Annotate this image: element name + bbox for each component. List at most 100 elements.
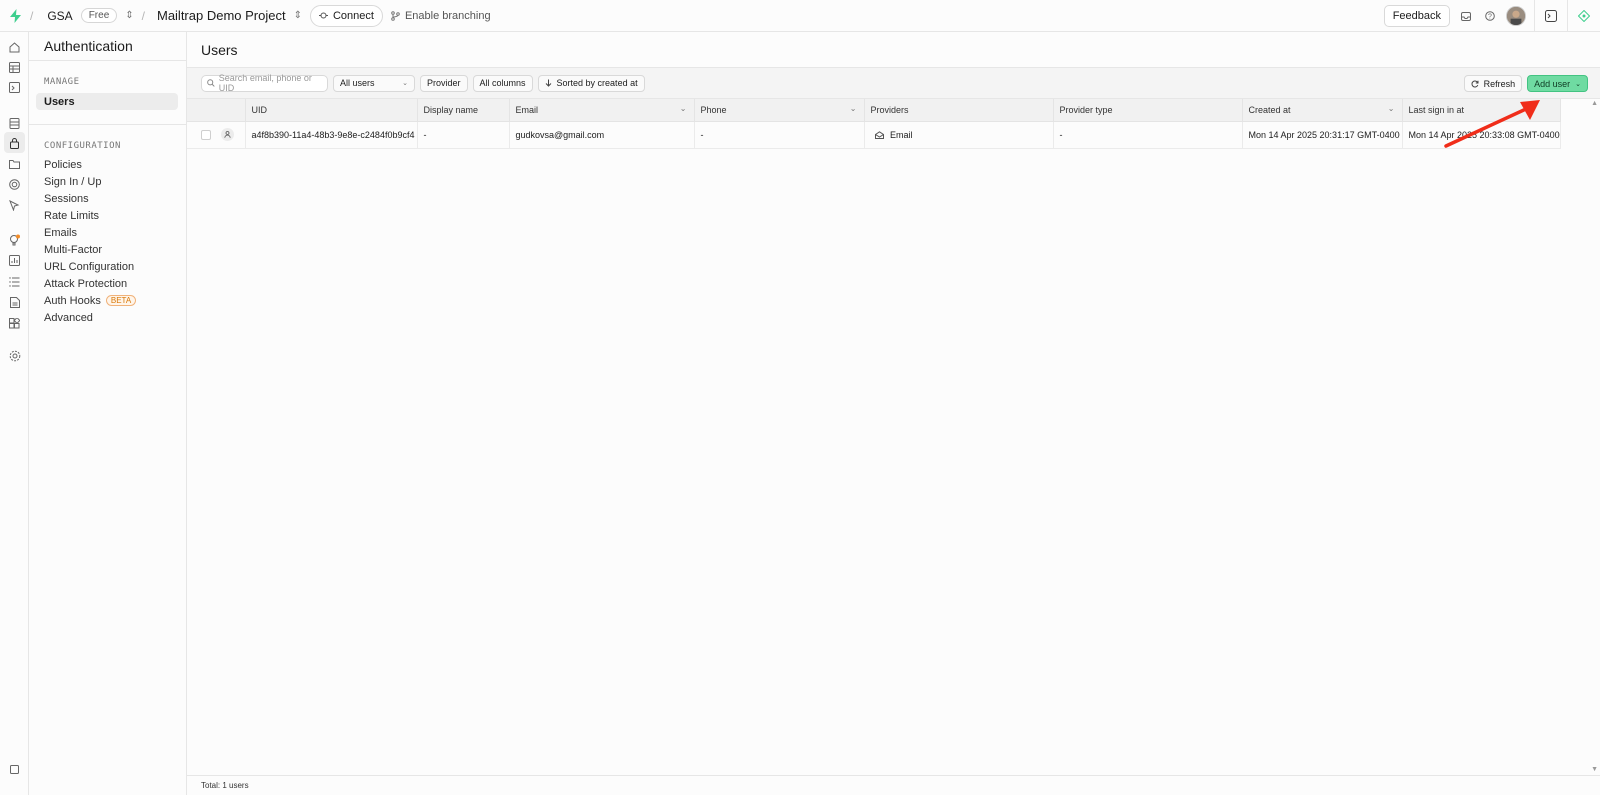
nav-item-url-configuration[interactable]: URL Configuration	[29, 258, 186, 275]
nav-item-rate-limits[interactable]: Rate Limits	[29, 207, 186, 224]
column-header-label: Email	[515, 104, 539, 115]
assistant-icon[interactable]	[1576, 8, 1592, 24]
provider-filter-button[interactable]: Provider	[420, 74, 468, 92]
configuration-label: CONFIGURATION	[44, 141, 121, 151]
home-icon[interactable]	[7, 40, 22, 55]
search-icon	[207, 79, 215, 87]
top-bar: / GSA Free ⇕ / Mailtrap Demo Project ⇕ C…	[0, 0, 1600, 32]
git-branch-icon	[391, 10, 400, 21]
nav-item-label: Auth Hooks	[44, 294, 101, 307]
table-row[interactable]: a4f8b390-11a4-48b3-9e8e-c2484f0b9cf4 - g…	[187, 121, 1561, 149]
select-column-header	[187, 99, 246, 122]
nav-item-advanced[interactable]: Advanced	[29, 309, 186, 326]
provider-label: Email	[890, 129, 913, 140]
refresh-button[interactable]: Refresh	[1463, 75, 1523, 92]
collapse-sidebar-icon[interactable]	[7, 762, 22, 777]
column-header-providers[interactable]: Providers	[864, 99, 1054, 122]
scroll-up-icon[interactable]: ▲	[1591, 100, 1598, 107]
nav-item-policies[interactable]: Policies	[29, 156, 186, 173]
nav-item-sign-in-up[interactable]: Sign In / Up	[29, 173, 186, 190]
column-header-uid[interactable]: UID	[245, 99, 418, 122]
realtime-icon[interactable]	[7, 198, 22, 213]
storage-icon[interactable]	[7, 156, 22, 171]
nav-item-multi-factor[interactable]: Multi-Factor	[29, 241, 186, 258]
integrations-icon[interactable]	[7, 316, 22, 331]
divider	[1534, 0, 1535, 32]
manage-label: MANAGE	[44, 77, 80, 87]
created-at-cell: Mon 14 Apr 2025 20:31:17 GMT-0400	[1242, 121, 1403, 149]
nav-item-sessions[interactable]: Sessions	[29, 190, 186, 207]
column-header-label: UID	[251, 104, 268, 115]
column-header-display-name[interactable]: Display name	[417, 99, 510, 122]
feedback-button[interactable]: Feedback	[1383, 5, 1450, 27]
user-avatar[interactable]	[1506, 6, 1526, 26]
authentication-icon[interactable]	[4, 132, 25, 153]
users-table: UID Display name Email ⌄ Phone ⌄ Providers…	[187, 99, 1561, 149]
help-icon[interactable]: ?	[1482, 8, 1498, 24]
search-input[interactable]: Search email, phone or UID	[201, 73, 328, 93]
column-header-last-sign-in[interactable]: Last sign in at	[1402, 99, 1561, 122]
api-docs-icon[interactable]	[7, 295, 22, 310]
providers-cell: Email	[864, 121, 1054, 149]
column-header-provider-type[interactable]: Provider type	[1053, 99, 1243, 122]
envelope-icon	[874, 131, 884, 140]
table-editor-icon[interactable]	[7, 60, 22, 75]
supabase-logo-icon[interactable]	[8, 8, 22, 24]
column-header-email[interactable]: Email ⌄	[509, 99, 695, 122]
page-title: Users	[187, 32, 1600, 68]
chevron-down-icon[interactable]: ⌄	[680, 104, 687, 113]
terminal-icon[interactable]	[1543, 8, 1559, 24]
user-filter-select[interactable]: All users ⌄	[333, 74, 415, 92]
sql-editor-icon[interactable]	[7, 80, 22, 95]
divider	[29, 124, 186, 125]
users-toolbar: Search email, phone or UID All users ⌄ P…	[187, 68, 1600, 99]
connect-button[interactable]: Connect	[309, 4, 383, 27]
main-content: Users Search email, phone or UID All use…	[187, 32, 1600, 795]
inbox-icon[interactable]	[1458, 8, 1474, 24]
display-name-cell: -	[417, 121, 510, 149]
org-switcher-icon[interactable]: ⇕	[125, 10, 133, 21]
svg-text:?: ?	[1488, 14, 1492, 21]
database-icon[interactable]	[7, 116, 22, 131]
all-columns-button[interactable]: All columns	[472, 74, 533, 92]
column-header-phone[interactable]: Phone ⌄	[694, 99, 865, 122]
column-header-label: Provider type	[1059, 104, 1113, 115]
edge-functions-icon[interactable]	[7, 177, 22, 192]
project-switcher-icon[interactable]: ⇕	[294, 10, 302, 21]
sort-button[interactable]: Sorted by created at	[537, 74, 645, 92]
connect-label: Connect	[332, 9, 374, 22]
settings-gear-icon[interactable]	[7, 348, 22, 363]
nav-item-users[interactable]: Users	[36, 93, 178, 110]
nav-item-attack-protection[interactable]: Attack Protection	[29, 275, 186, 292]
chevron-down-icon[interactable]: ⌄	[1388, 104, 1395, 113]
add-user-button[interactable]: Add user ⌄	[1527, 75, 1588, 92]
chevron-down-icon[interactable]: ⌄	[850, 104, 857, 113]
column-header-created-at[interactable]: Created at ⌄	[1242, 99, 1403, 122]
last-sign-in-cell: Mon 14 Apr 2025 20:33:08 GMT-0400	[1402, 121, 1561, 149]
nav-item-emails[interactable]: Emails	[29, 224, 186, 241]
icon-rail	[0, 32, 29, 795]
project-name[interactable]: Mailtrap Demo Project	[157, 8, 286, 23]
reports-icon[interactable]	[7, 253, 22, 268]
org-name[interactable]: GSA	[47, 9, 72, 23]
chevron-down-icon: ⌄	[1575, 80, 1581, 88]
phone-cell: -	[694, 121, 865, 149]
logs-icon[interactable]	[7, 274, 22, 289]
scroll-down-icon[interactable]: ▼	[1591, 766, 1598, 773]
table-footer: Total: 1 users	[187, 775, 1600, 795]
arrow-down-icon	[545, 79, 551, 87]
auth-side-nav: Authentication MANAGE Users CONFIGURATIO…	[29, 32, 187, 795]
total-users-count: Total: 1 users	[201, 781, 249, 790]
refresh-icon	[1471, 80, 1479, 87]
advisors-icon[interactable]	[7, 232, 22, 247]
enable-branching-button[interactable]: Enable branching	[391, 10, 491, 22]
section-title: Authentication	[29, 32, 186, 61]
plug-icon	[318, 12, 328, 19]
nav-item-auth-hooks[interactable]: Auth Hooks BETA	[29, 292, 186, 309]
email-cell: gudkovsa@gmail.com	[509, 121, 695, 149]
search-placeholder: Search email, phone or UID	[218, 73, 312, 93]
sort-label: Sorted by created at	[556, 78, 638, 88]
breadcrumb-separator: /	[141, 8, 145, 23]
column-header-label: Created at	[1248, 104, 1291, 115]
row-checkbox[interactable]	[201, 129, 211, 140]
